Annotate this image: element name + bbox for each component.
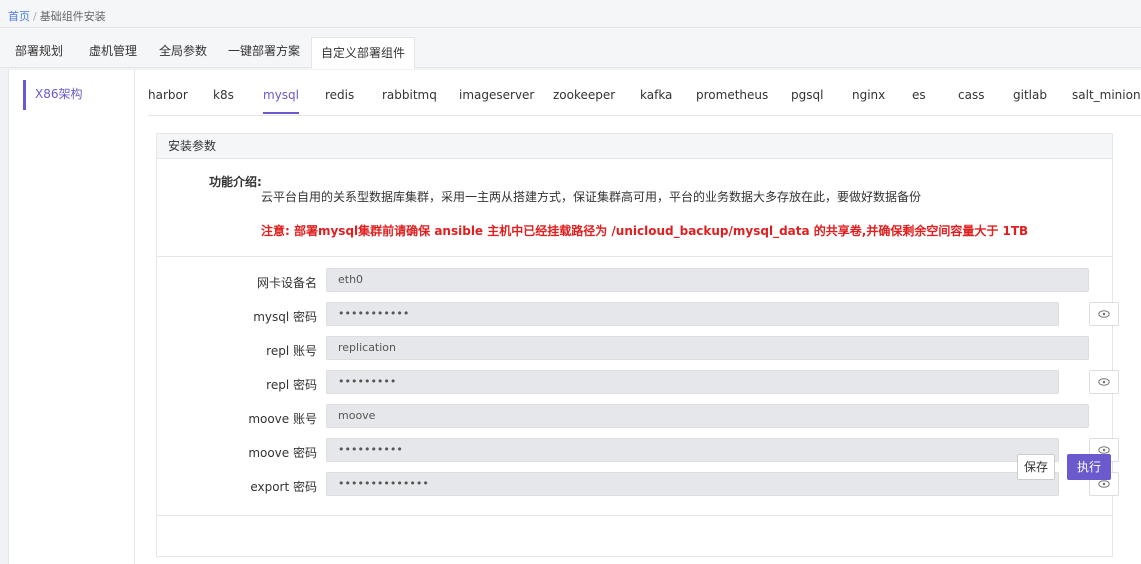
eye-icon	[1098, 480, 1110, 488]
tab-pgsql[interactable]: pgsql	[791, 88, 823, 102]
tab-label: redis	[325, 88, 355, 102]
tab-label: prometheus	[696, 88, 769, 102]
tab-redis[interactable]: redis	[325, 88, 354, 102]
tab-label: gitlab	[1013, 88, 1047, 102]
tab-global-params[interactable]: 全局参数	[148, 36, 218, 68]
warning-text: 注意: 部署mysql集群前请确保 ansible 主机中已经挂载路径为 /un…	[261, 224, 1029, 238]
eye-icon	[1098, 310, 1110, 318]
breadcrumb-separator: /	[33, 10, 37, 23]
tab-imageserver[interactable]: imageserver	[459, 88, 534, 102]
breadcrumb: 首页 / 基础组件安装	[0, 0, 1141, 28]
tab-salt-minion[interactable]: salt_minion	[1072, 88, 1141, 102]
field-label-repl-password: repl 密码	[266, 378, 317, 392]
export-password-input[interactable]: ••••••••••••••	[326, 472, 1059, 496]
tab-label: salt_minion	[1072, 88, 1141, 102]
breadcrumb-current: 基础组件安装	[39, 10, 106, 23]
tab-label: rabbitmq	[382, 88, 437, 102]
tab-label: zookeeper	[553, 88, 616, 102]
eye-icon	[1098, 378, 1110, 386]
eye-icon	[1098, 446, 1110, 454]
tab-label: pgsql	[791, 88, 824, 102]
field-label-moove-password: moove 密码	[248, 446, 317, 460]
show-password-button[interactable]	[1089, 370, 1119, 394]
tab-custom-components[interactable]: 自定义部署组件	[311, 37, 415, 69]
tab-label: mysql	[263, 88, 299, 102]
repl-account-input[interactable]: replication	[326, 336, 1089, 360]
tab-k8s[interactable]: k8s	[213, 88, 234, 102]
divider	[157, 256, 1112, 257]
tab-kafka[interactable]: kafka	[640, 88, 672, 102]
tab-prometheus[interactable]: prometheus	[696, 88, 768, 102]
save-button[interactable]: 保存	[1017, 454, 1055, 480]
tab-vm-management[interactable]: 虚机管理	[78, 36, 148, 68]
tab-label: nginx	[852, 88, 886, 102]
intro-label: 功能介绍:	[209, 175, 262, 189]
mysql-password-input[interactable]: •••••••••••	[326, 302, 1059, 326]
install-params-panel: 安装参数 功能介绍: 云平台自用的关系型数据库集群，采用一主两从搭建方式，保证集…	[156, 133, 1119, 557]
tab-one-click-deploy[interactable]: 一键部署方案	[218, 36, 310, 68]
tab-label: harbor	[148, 88, 188, 102]
tab-label: imageserver	[459, 88, 535, 102]
tab-cass[interactable]: cass	[958, 88, 984, 102]
top-tab-bar: 部署规划 虚机管理 全局参数 一键部署方案 自定义部署组件	[0, 28, 1141, 69]
field-label-repl-account: repl 账号	[266, 344, 317, 358]
tab-label: kafka	[640, 88, 673, 102]
tab-zookeeper[interactable]: zookeeper	[553, 88, 615, 102]
tab-mysql[interactable]: mysql	[263, 88, 299, 114]
tab-es[interactable]: es	[912, 88, 926, 102]
divider	[157, 515, 1112, 516]
repl-password-input[interactable]: •••••••••	[326, 370, 1059, 394]
tab-deploy-plan[interactable]: 部署规划	[0, 36, 78, 68]
field-label-moove-account: moove 账号	[248, 412, 317, 426]
breadcrumb-home-link[interactable]: 首页	[8, 10, 30, 23]
tab-label: es	[912, 88, 926, 102]
nic-input[interactable]: eth0	[326, 268, 1089, 292]
component-tab-bar: harbor k8s mysql redis rabbitmq imageser…	[148, 70, 1141, 116]
panel-title: 安装参数	[157, 134, 1112, 159]
tab-rabbitmq[interactable]: rabbitmq	[382, 88, 437, 102]
main-content: X86架构 harbor k8s mysql redis rabbitmq im…	[8, 70, 1141, 564]
tab-nginx[interactable]: nginx	[852, 88, 885, 102]
tab-label: cass	[958, 88, 985, 102]
execute-button[interactable]: 执行	[1067, 454, 1111, 480]
field-label-mysql-password: mysql 密码	[253, 310, 317, 324]
active-tab-underline	[263, 112, 299, 114]
tab-gitlab[interactable]: gitlab	[1013, 88, 1047, 102]
intro-text: 云平台自用的关系型数据库集群，采用一主两从搭建方式，保证集群高可用，平台的业务数…	[261, 190, 922, 204]
show-password-button[interactable]	[1089, 302, 1119, 326]
moove-password-input[interactable]: ••••••••••	[326, 438, 1059, 462]
field-label-export-password: export 密码	[250, 480, 317, 494]
tab-label: k8s	[213, 88, 234, 102]
field-label-nic: 网卡设备名	[256, 276, 317, 290]
sidebar: X86架构	[9, 70, 135, 564]
sidebar-item-x86[interactable]: X86架构	[23, 80, 133, 110]
moove-account-input[interactable]: moove	[326, 404, 1089, 428]
tab-harbor[interactable]: harbor	[148, 88, 188, 102]
